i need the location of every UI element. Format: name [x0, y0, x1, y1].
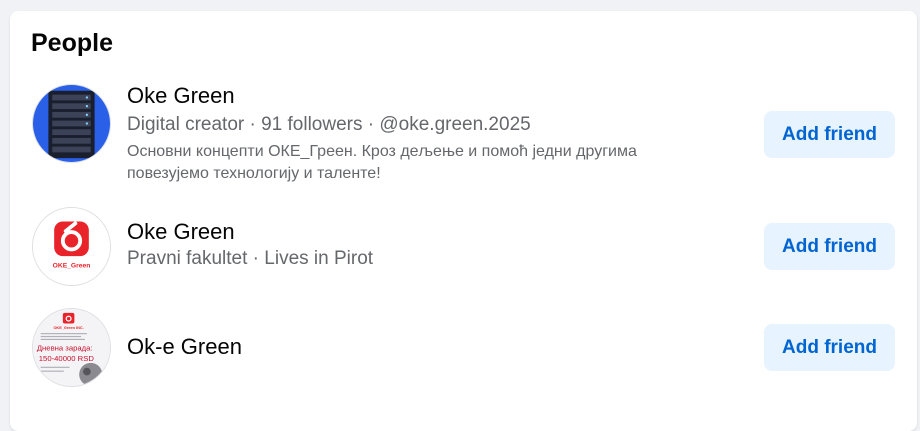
- flyer-headline: Дневна зарада:: [37, 343, 93, 352]
- logo-text: OKE_Green: [53, 263, 91, 270]
- flyer-amount: 150-40000 RSD: [39, 354, 95, 363]
- person-bio: Основни концепти ОКЕ_Греен. Кроз дељење …: [127, 143, 637, 182]
- person-name[interactable]: Ok-e Green: [127, 334, 242, 360]
- add-friend-button[interactable]: Add friend: [764, 223, 895, 270]
- oke-green-logo: OKE_Green: [33, 208, 110, 285]
- server-rack-image: [33, 85, 110, 162]
- avatar[interactable]: OKE_Green: [32, 207, 111, 286]
- person-name[interactable]: Oke Green: [127, 83, 235, 109]
- avatar[interactable]: [32, 84, 111, 163]
- avatar[interactable]: OKE_Green INC. Дневна зарада: 150-40000 …: [32, 308, 111, 387]
- person-name[interactable]: Oke Green: [127, 219, 235, 245]
- person-meta: Pravni fakultet · Lives in Pirot: [127, 248, 374, 269]
- people-card: People Oke Green Digital creator · 91 fo…: [10, 11, 917, 431]
- flyer-brand: OKE_Green INC.: [53, 326, 83, 330]
- flyer-image: OKE_Green INC. Дневна зарада: 150-40000 …: [33, 309, 110, 386]
- person-meta: Digital creator · 91 followers · @oke.gr…: [127, 114, 531, 135]
- add-friend-button[interactable]: Add friend: [764, 111, 895, 158]
- section-title: People: [31, 29, 113, 57]
- add-friend-button[interactable]: Add friend: [764, 324, 895, 371]
